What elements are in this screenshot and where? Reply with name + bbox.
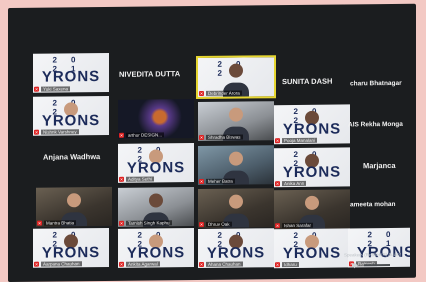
mic-muted-icon: ✕ [34,261,39,267]
participant-name: Meher Batra [206,178,235,184]
mic-muted-icon: ✕ [199,134,204,140]
participant-name: Mantra Bhatia [44,220,77,226]
mic-muted-icon: ✕ [199,261,204,267]
participant-name: Nishnk Varshney [41,129,79,135]
participant-tile[interactable]: ✕ Mantra Bhatia [36,186,112,227]
mic-muted-icon: ✕ [37,220,42,226]
participant-tile[interactable]: ✕ Shradha Biswas [198,101,274,142]
participant-name: Aditya Sethi [126,176,155,182]
participant-video [149,193,163,208]
speaker-device-label: Speakers (Realtek(R) Audio) [344,251,402,258]
mic-muted-icon: ✕ [34,86,39,92]
mic-muted-icon: ✕ [119,176,124,182]
mic-muted-icon: ✕ [119,220,124,226]
participant-name: Ishan Sarafar [282,222,314,229]
participant-tile[interactable]: 20 21 YRONS ✕ Yuki Saxena [33,52,109,93]
mic-muted-icon: ✕ [275,262,280,268]
participant-tile[interactable]: ✕ Dhruv Oak [198,188,274,229]
participant-name: Shradha Biswas [206,134,243,140]
participant-tile[interactable]: ✕ Tarnish Singh Kaphu [118,187,194,227]
brand-logo: YRONS [282,120,342,139]
brand-logo: YRONS [41,244,101,262]
mic-muted-icon: ✕ [275,181,280,187]
participant-name: Ahana Chauhan [206,261,243,267]
speaker-volume-control[interactable]: Speakers (Realtek(R) Audio) [344,252,401,268]
participant-name-nivedita: NIVEDITA DUTTA [119,69,181,79]
participant-name: arthur DESIGN... [126,132,165,138]
participant-name-charu: charu Bhatnagar [350,79,402,88]
mic-muted-icon: ✕ [275,138,280,144]
mic-muted-icon: ✕ [34,129,39,135]
brand-logo: YRONS [41,112,101,130]
participant-video [67,193,81,208]
participant-name: Pooja Manalani [282,137,318,144]
participant-tile[interactable]: ✕ arthur DESIGN... [118,99,194,139]
speaker-icon [352,262,360,268]
participant-name: Tarnish Singh Kaphu [126,220,172,226]
participant-name-ameeta: ameeta mohan [350,200,396,209]
participant-name: Debrinder Arora [206,90,242,96]
brand-logo: YRONS [126,159,186,177]
mic-muted-icon: ✕ [199,178,204,184]
video-conference-screen: 20 21 YRONS ✕ Yuki Saxena NIVEDITA DUTTA… [8,3,416,282]
participant-tile[interactable]: 20 21 YRONS ✕ Ankita Agarwal [118,228,194,268]
participant-name: Dhruv Oak [206,221,232,227]
participant-name: Yuki Saxena [41,86,71,92]
participant-tile[interactable]: 20 21 YRONS ✕ Pooja Manalani [274,104,350,145]
participant-tile[interactable]: 20 21 YRONS ✕ Nishnk Varshney [33,95,109,136]
participant-name: Anika Ann [282,180,307,187]
participant-tile[interactable]: 20 21 YRONS ✕ Ahana Chauhan [198,228,274,269]
brand-logo: YRONS [282,244,342,263]
participant-video [229,194,243,209]
participant-name-anjana: Anjana Wadhwa [43,152,101,162]
participant-video [229,63,243,78]
participant-tile[interactable]: 20 21 YRONS ✕ Anika Ann [274,147,350,188]
participant-tile[interactable]: ✕ Meher Batra [198,145,274,186]
participant-name: Idharu [282,261,299,268]
participant-video [229,151,243,166]
participant-name: Aarpana Chauhan [41,261,82,267]
mic-muted-icon: ✕ [199,221,204,227]
volume-slider[interactable] [364,263,390,267]
mic-muted-icon: ✕ [119,132,124,138]
participant-tile[interactable]: 20 21 YRONS ✕ Idharu [274,228,350,269]
participant-video [305,195,319,210]
brand-logo: YRONS [41,68,101,86]
participant-video [229,107,243,122]
participant-tile[interactable]: 20 21 YRONS ✕ Aarpana Chauhan [33,227,109,268]
mic-muted-icon: ✕ [275,223,280,229]
mic-muted-icon: ✕ [199,90,204,96]
participant-tile[interactable]: 20 21 YRONS ✕ Aditya Sethi [118,143,194,183]
brand-logo: YRONS [206,244,266,262]
participant-name-rekha: AIS Rekha Monga [348,120,403,129]
mic-muted-icon: ✕ [119,261,124,267]
brand-logo: YRONS [282,163,342,182]
participant-name: Ankita Agarwal [126,261,160,267]
participant-tile-active[interactable]: 20 21 ✕ Debrinder Arora [196,55,276,100]
participant-name-sunita: SUNITA DASH [282,76,333,87]
brand-logo: YRONS [126,244,186,262]
participant-tile[interactable]: ✕ Ishan Sarafar [274,189,350,230]
participant-name-marjanca: Marjanca [363,160,396,171]
